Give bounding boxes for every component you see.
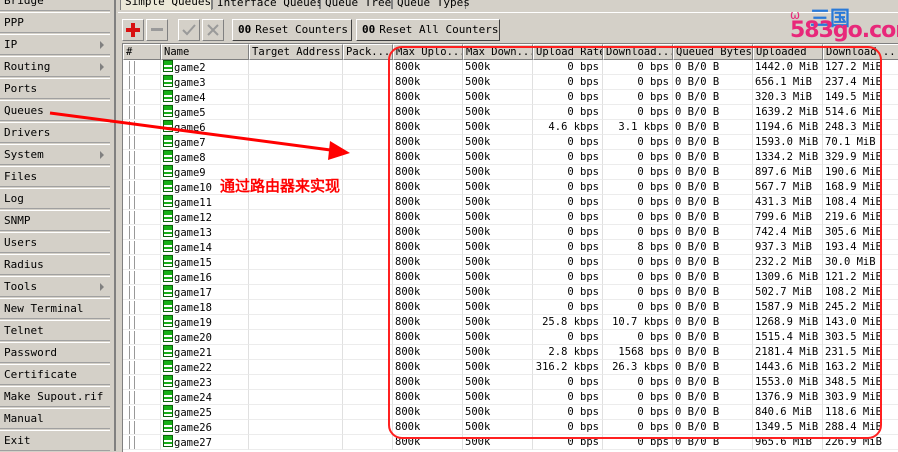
- annotation-arrow: [49, 111, 350, 160]
- watermark-main: 583go.com: [790, 18, 898, 43]
- watermark-logo: ω 三国 583go.com: [790, 4, 898, 44]
- annotation-text: 通过路由器来实现: [220, 177, 341, 195]
